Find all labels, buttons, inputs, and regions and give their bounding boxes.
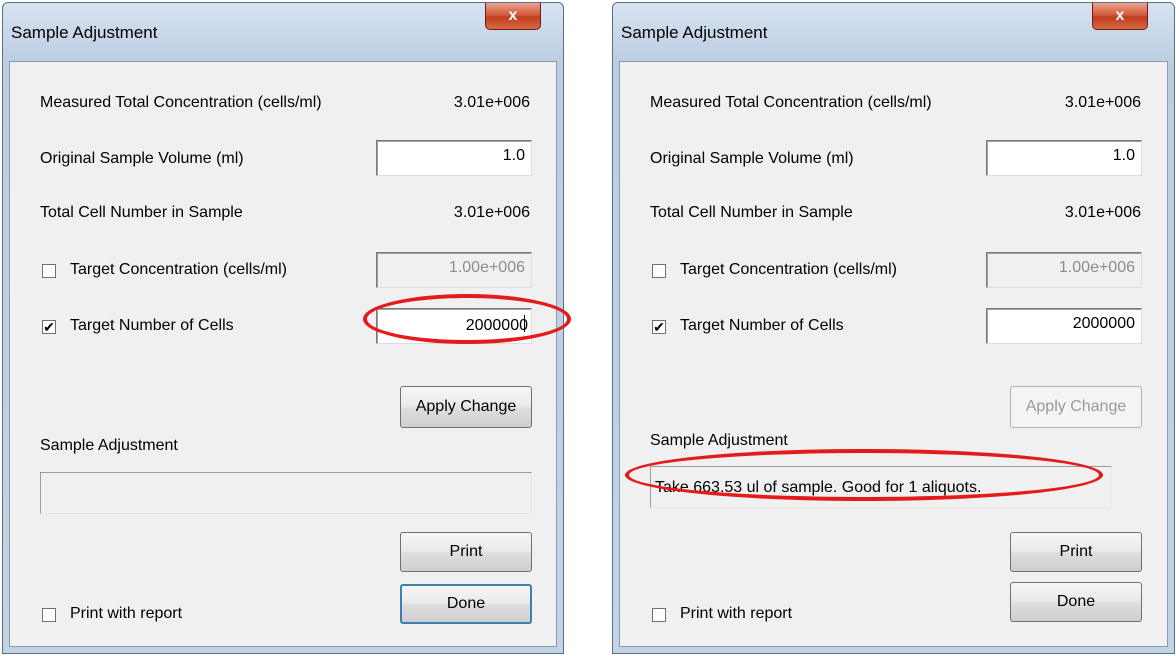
- sample-adjustment-label: Sample Adjustment: [40, 437, 178, 454]
- target-number-checkbox[interactable]: ✔: [652, 320, 666, 334]
- print-button[interactable]: Print: [400, 532, 532, 572]
- close-button[interactable]: x: [485, 3, 541, 30]
- dialog-client-area: Measured Total Concentration (cells/ml) …: [9, 61, 557, 647]
- apply-change-button[interactable]: Apply Change: [1010, 386, 1142, 428]
- total-cell-number-value: 3.01e+006: [1064, 204, 1141, 221]
- target-number-label: Target Number of Cells: [70, 317, 234, 334]
- target-concentration-input[interactable]: 1.00e+006: [986, 252, 1142, 288]
- print-with-report-checkbox[interactable]: [652, 608, 666, 622]
- target-number-input[interactable]: 2000000: [376, 308, 532, 344]
- sample-adjustment-label: Sample Adjustment: [650, 432, 788, 449]
- measured-concentration-value: 3.01e+006: [1064, 94, 1141, 111]
- sample-adjustment-output: Take 663.53 ul of sample. Good for 1 ali…: [650, 466, 1112, 508]
- sample-adjustment-dialog-left: Sample Adjustment x Measured Total Conce…: [2, 2, 571, 654]
- dialog-client-area: Measured Total Concentration (cells/ml) …: [619, 61, 1168, 647]
- print-with-report-checkbox[interactable]: [42, 608, 56, 622]
- target-number-value: 2000000: [465, 317, 528, 334]
- title-bar[interactable]: Sample Adjustment x: [3, 3, 563, 61]
- dialog-title: Sample Adjustment: [11, 23, 158, 42]
- dialog-title: Sample Adjustment: [621, 23, 768, 42]
- target-concentration-input[interactable]: 1.00e+006: [376, 252, 532, 288]
- measured-concentration-value: 3.01e+006: [453, 94, 530, 111]
- original-volume-input[interactable]: 1.0: [986, 140, 1142, 176]
- target-number-input[interactable]: 2000000: [986, 308, 1142, 344]
- total-cell-number-label: Total Cell Number in Sample: [650, 204, 853, 221]
- print-with-report-label: Print with report: [680, 605, 793, 622]
- done-button[interactable]: Done: [1010, 582, 1142, 622]
- total-cell-number-value: 3.01e+006: [453, 204, 530, 221]
- measured-concentration-label: Measured Total Concentration (cells/ml): [40, 94, 322, 111]
- text-cursor: [524, 315, 525, 332]
- target-number-label: Target Number of Cells: [680, 317, 844, 334]
- target-concentration-checkbox[interactable]: [652, 264, 666, 278]
- target-concentration-checkbox[interactable]: [42, 264, 56, 278]
- sample-adjustment-dialog-right: Sample Adjustment x Measured Total Conce…: [612, 2, 1175, 654]
- apply-change-button[interactable]: Apply Change: [400, 386, 532, 428]
- total-cell-number-label: Total Cell Number in Sample: [40, 204, 243, 221]
- print-with-report-label: Print with report: [70, 605, 183, 622]
- target-concentration-label: Target Concentration (cells/ml): [680, 261, 897, 278]
- sample-adjustment-output: [40, 472, 532, 514]
- title-bar[interactable]: Sample Adjustment x: [613, 3, 1174, 61]
- done-button[interactable]: Done: [400, 584, 532, 624]
- original-volume-input[interactable]: 1.0: [376, 140, 532, 176]
- original-volume-label: Original Sample Volume (ml): [650, 150, 854, 167]
- measured-concentration-label: Measured Total Concentration (cells/ml): [650, 94, 932, 111]
- target-number-checkbox[interactable]: ✔: [42, 320, 56, 334]
- close-button[interactable]: x: [1092, 3, 1148, 30]
- target-concentration-label: Target Concentration (cells/ml): [70, 261, 287, 278]
- print-button[interactable]: Print: [1010, 532, 1142, 572]
- original-volume-label: Original Sample Volume (ml): [40, 150, 244, 167]
